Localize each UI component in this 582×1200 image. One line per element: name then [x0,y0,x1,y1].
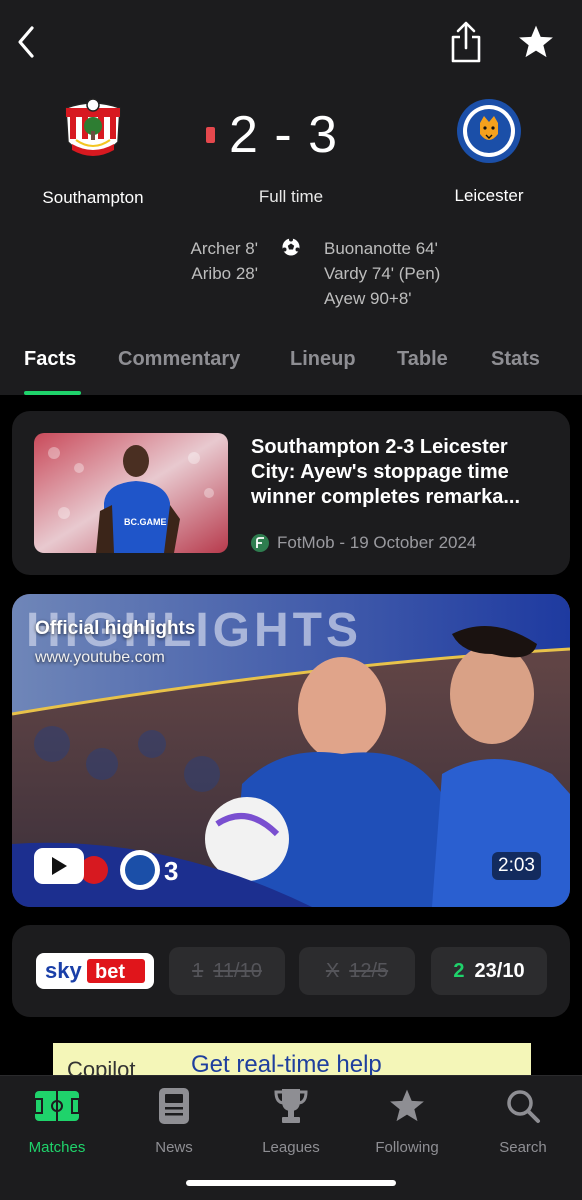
news-thumbnail: BC.GAME [34,433,228,553]
nav-label: Following [375,1139,439,1156]
svg-text:sky: sky [45,958,82,983]
odds-value: 23/10 [474,959,525,982]
nav-leagues[interactable]: Leagues [236,1086,346,1156]
pitch-icon [34,1086,80,1126]
score-block: 2 - 3 [195,105,390,165]
away-scorer: Vardy 74' (Pen) [324,264,441,283]
news-meta: FotMob - 19 October 2024 [251,533,476,553]
away-scorers: Buonanotte 64' Vardy 74' (Pen) Ayew 90+8… [324,236,440,311]
nav-label: Matches [28,1139,86,1156]
nav-news[interactable]: News [119,1086,229,1156]
star-icon [519,25,553,58]
star-icon [384,1086,430,1126]
match-score: 2 - 3 [229,106,339,164]
tab-table[interactable]: Table [397,348,448,371]
svg-text:bet: bet [95,961,125,983]
thumb-sponsor: BC.GAME [124,517,167,527]
video-overlay-score: 3 [164,856,179,886]
odds-away-win[interactable]: 2 23/10 [431,947,547,995]
favorite-button[interactable] [514,20,558,64]
video-title: Official highlights [35,618,196,639]
odds-label: 1 [192,959,204,982]
odds-label: 2 [453,959,465,982]
home-scorers: Archer 8' Aribo 28' [191,236,259,286]
away-team[interactable]: Leicester [409,96,569,206]
odds-label: X [325,959,340,982]
match-status: Full time [258,187,324,206]
home-scorer: Aribo 28' [191,264,258,283]
nav-label: Leagues [262,1139,320,1156]
trophy-icon [268,1086,314,1126]
odds-draw[interactable]: X 12/5 [299,947,415,995]
match-header: Southampton 2 - 3 Full time Leicester Ar… [0,0,582,395]
fotmob-icon [251,534,269,552]
news-title: Southampton 2-3 Leicester City: Ayew's s… [251,436,521,508]
newspaper-icon [151,1086,197,1126]
search-icon [500,1086,546,1126]
top-bar [0,0,582,90]
tab-commentary[interactable]: Commentary [118,348,240,371]
nav-following[interactable]: Following [352,1086,462,1156]
skybet-logo[interactable]: sky bet [36,953,154,989]
tab-bar: Facts Commentary Lineup Table Stats [0,336,582,395]
odds-home-win[interactable]: 1 11/10 [169,947,285,995]
home-indicator[interactable] [186,1180,396,1186]
chevron-left-icon [18,26,34,58]
nav-label: News [155,1139,193,1156]
share-button[interactable] [446,20,486,64]
away-team-name: Leicester [454,186,524,205]
odds-value: 11/10 [213,959,262,982]
football-icon [282,237,300,256]
tab-facts[interactable]: Facts [24,348,76,371]
news-source: FotMob - 19 October 2024 [277,533,477,552]
play-button[interactable] [34,848,84,884]
video-source: www.youtube.com [35,649,165,666]
red-card-indicator [206,127,215,143]
video-thumbnail: HIGHLIGHTS [12,594,570,907]
away-scorer: Buonanotte 64' [324,239,438,258]
share-icon [451,21,481,63]
tab-stats[interactable]: Stats [491,348,540,371]
nav-matches[interactable]: Matches [2,1086,112,1156]
back-button[interactable] [8,22,44,62]
video-duration: 2:03 [492,852,541,880]
nav-search[interactable]: Search [468,1086,578,1156]
odds-value: 12/5 [349,959,389,982]
home-team[interactable]: Southampton [13,96,173,208]
odds-card: sky bet 1 11/10 X 12/5 2 23/10 [12,925,570,1017]
bottom-nav: Matches News Leagues Following Search [0,1075,582,1200]
highlights-video-card[interactable]: HIGHLIGHTS Official highlights www.youtu… [12,594,570,907]
active-tab-indicator [24,391,81,395]
nav-label: Search [499,1139,547,1156]
away-scorer: Ayew 90+8' [324,289,412,308]
home-scorer: Archer 8' [190,239,259,258]
news-card[interactable]: BC.GAME Southampton 2-3 Leicester City: … [12,411,570,575]
tab-lineup[interactable]: Lineup [290,348,356,371]
home-team-name: Southampton [42,188,144,207]
southampton-crest [65,98,121,156]
play-icon [52,857,67,875]
leicester-crest [457,99,521,163]
